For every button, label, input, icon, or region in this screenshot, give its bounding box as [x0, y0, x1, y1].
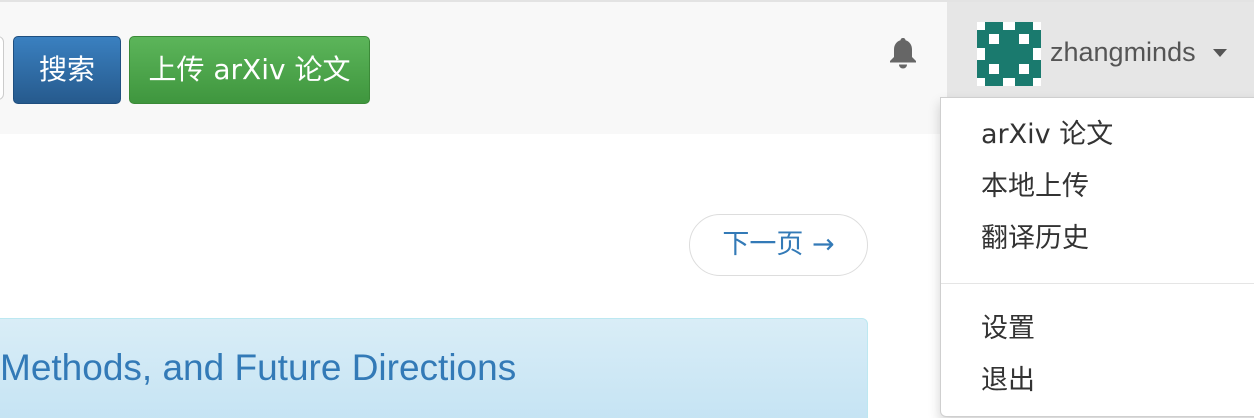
- menu-item-logout[interactable]: 退出: [981, 361, 1035, 401]
- menu-item-arxiv-papers[interactable]: arXiv 论文: [981, 115, 1113, 155]
- search-button[interactable]: 搜索: [13, 36, 121, 104]
- page: 搜索 上传 arXiv 论文 zhangminds 下一页 → Methods,…: [0, 0, 1254, 418]
- next-page-button[interactable]: 下一页 →: [689, 214, 868, 276]
- user-dropdown-menu: arXiv 论文 本地上传 翻译历史 设置 退出: [940, 97, 1254, 417]
- bell-icon[interactable]: [887, 36, 919, 70]
- upload-arxiv-button[interactable]: 上传 arXiv 论文: [129, 36, 370, 104]
- caret-down-icon[interactable]: [1213, 49, 1227, 57]
- user-avatar[interactable]: [977, 22, 1041, 86]
- menu-item-settings[interactable]: 设置: [981, 309, 1035, 349]
- menu-item-translation-history[interactable]: 翻译历史: [981, 219, 1089, 259]
- paper-title-link[interactable]: Methods, and Future Directions: [0, 345, 516, 391]
- search-input[interactable]: [0, 36, 4, 100]
- menu-divider: [941, 283, 1254, 284]
- username-label[interactable]: zhangminds: [1050, 34, 1196, 70]
- menu-item-local-upload[interactable]: 本地上传: [981, 167, 1089, 207]
